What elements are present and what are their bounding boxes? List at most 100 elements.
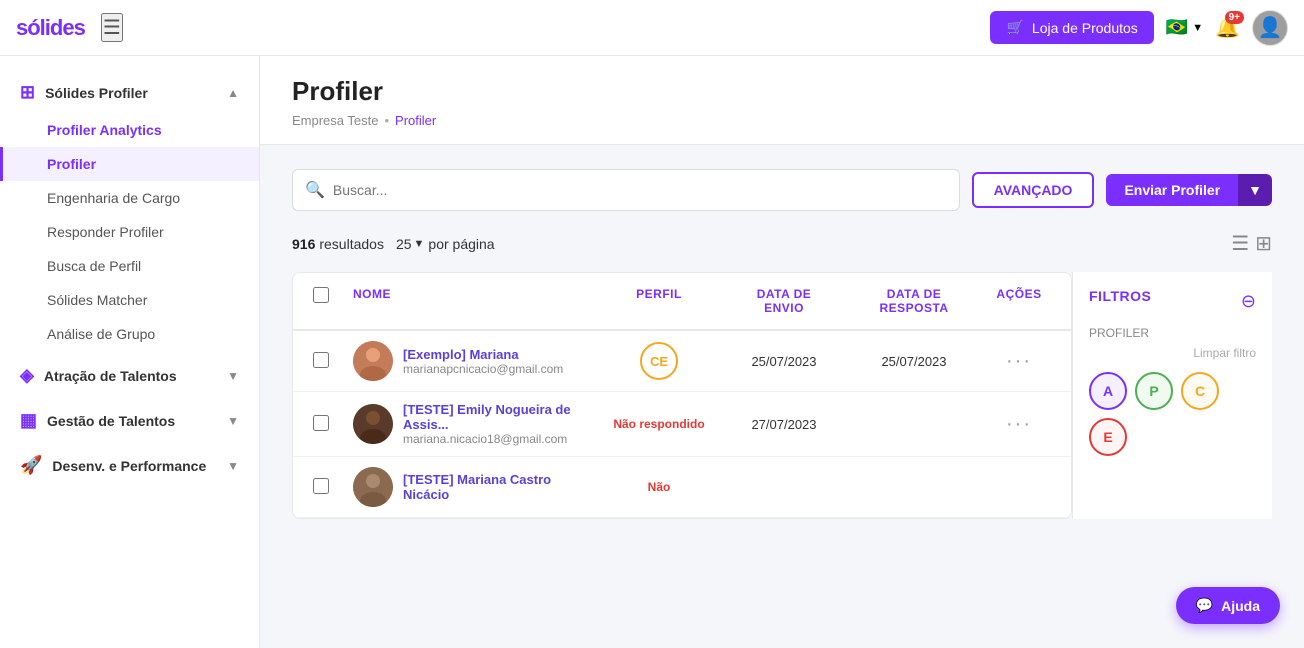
row3-name[interactable]: [TESTE] Mariana Castro Nicácio <box>403 472 591 502</box>
sidebar-header-desenv[interactable]: 🚀 Desenv. e Performance ▼ <box>0 445 259 486</box>
row2-perfil: Não respondido <box>599 407 719 441</box>
row2-avatar <box>353 404 393 444</box>
row3-select-checkbox[interactable] <box>313 478 329 494</box>
sidebar-item-profiler-analytics-label: Profiler Analytics <box>47 122 162 138</box>
row1-acoes: ··· <box>979 340 1059 383</box>
row3-checkbox <box>305 468 345 507</box>
sidebar-item-profiler-analytics[interactable]: Profiler Analytics <box>0 113 259 147</box>
sidebar-item-engenharia-label: Engenharia de Cargo <box>47 190 180 206</box>
th-nome: NOME <box>345 273 599 329</box>
filter-section-label: PROFILER <box>1089 326 1256 340</box>
search-row: 🔍 AVANÇADO Enviar Profiler ▼ <box>292 169 1272 211</box>
row1-name[interactable]: [Exemplo] Mariana <box>403 347 563 362</box>
row2-checkbox <box>305 405 345 444</box>
avancado-button[interactable]: AVANÇADO <box>972 172 1095 208</box>
search-wrapper: 🔍 <box>292 169 960 211</box>
topnav-right: 🛒 Loja de Produtos 🇧🇷 ▼ 🔔 9+ 👤 <box>990 10 1288 46</box>
results-label: resultados <box>319 236 384 252</box>
chart-icon: ▦ <box>20 410 37 431</box>
logo: sólides <box>16 15 85 41</box>
sidebar-item-responder-profiler[interactable]: Responder Profiler <box>0 215 259 249</box>
row1-actions-button[interactable]: ··· <box>1006 350 1032 373</box>
sidebar-header-gestao[interactable]: ▦ Gestão de Talentos ▼ <box>0 400 259 441</box>
filter-badge-p[interactable]: P <box>1135 372 1173 410</box>
row3-perfil: Não <box>599 470 719 504</box>
row1-profile-badge: CE <box>640 342 678 380</box>
notification-badge: 9+ <box>1225 11 1244 24</box>
row2-person-details: [TESTE] Emily Nogueira de Assis... maria… <box>403 402 591 446</box>
sidebar-section-profiler-label: Sólides Profiler <box>45 85 148 101</box>
sidebar-header-atracao-left: ◈ Atração de Talentos <box>20 365 177 386</box>
table-row: [Exemplo] Mariana marianapcnicacio@gmail… <box>293 331 1071 392</box>
search-input[interactable] <box>333 182 947 198</box>
filter-badges-container: A P C E <box>1089 372 1256 456</box>
sidebar-item-solides-matcher[interactable]: Sólides Matcher <box>0 283 259 317</box>
sidebar-section-desenv-label: Desenv. e Performance <box>52 458 206 474</box>
per-page-dropdown-icon[interactable]: ▼ <box>414 238 425 250</box>
clear-filter-button[interactable]: Limpar filtro <box>1089 346 1256 360</box>
sidebar-section-atracao-label: Atração de Talentos <box>44 368 177 384</box>
grid-view-button[interactable]: ⊞ <box>1255 231 1272 256</box>
filter-badge-a[interactable]: A <box>1089 372 1127 410</box>
main-content: Profiler Empresa Teste • Profiler 🔍 AVAN… <box>260 56 1304 648</box>
row1-data-envio: 25/07/2023 <box>719 344 849 379</box>
enviar-profiler-button[interactable]: Enviar Profiler <box>1106 174 1238 206</box>
shop-button[interactable]: 🛒 Loja de Produtos <box>990 11 1153 44</box>
content-area: 🔍 AVANÇADO Enviar Profiler ▼ 916 resulta… <box>260 145 1304 543</box>
table-row-2: [TESTE] Emily Nogueira de Assis... maria… <box>293 392 1071 457</box>
avatar[interactable]: 👤 <box>1252 10 1288 46</box>
enviar-group: Enviar Profiler ▼ <box>1106 174 1272 206</box>
sidebar-header-atracao[interactable]: ◈ Atração de Talentos ▼ <box>0 355 259 396</box>
notification-button[interactable]: 🔔 9+ <box>1215 15 1240 40</box>
chevron-down-icon: ▼ <box>1192 22 1203 34</box>
row1-person-details: [Exemplo] Mariana marianapcnicacio@gmail… <box>403 347 563 376</box>
view-icons: ☰ ⊞ <box>1231 231 1272 256</box>
filter-header: FILTROS ⊖ <box>1089 288 1256 314</box>
search-icon: 🔍 <box>305 180 325 200</box>
filter-collapse-button[interactable]: ⊖ <box>1241 291 1256 312</box>
row1-select-checkbox[interactable] <box>313 352 329 368</box>
list-view-button[interactable]: ☰ <box>1231 231 1249 256</box>
row2-data-resposta <box>849 414 979 434</box>
topnav-left: sólides ☰ <box>16 13 123 42</box>
chevron-up-icon: ▲ <box>227 86 239 100</box>
sidebar-item-profiler[interactable]: Profiler <box>0 147 259 181</box>
filter-badge-e[interactable]: E <box>1089 418 1127 456</box>
row2-person-info: [TESTE] Emily Nogueira de Assis... maria… <box>353 402 591 446</box>
sidebar-section-desenv: 🚀 Desenv. e Performance ▼ <box>0 445 259 486</box>
row2-name[interactable]: [TESTE] Emily Nogueira de Assis... <box>403 402 591 432</box>
row1-email: marianapcnicacio@gmail.com <box>403 362 563 376</box>
table-row-3: [TESTE] Mariana Castro Nicácio Não <box>293 457 1071 518</box>
flag-button[interactable]: 🇧🇷 ▼ <box>1166 17 1203 38</box>
row3-acoes <box>979 477 1059 497</box>
row3-data-resposta <box>849 477 979 497</box>
th-perfil: PERFIL <box>599 273 719 329</box>
enviar-dropdown-button[interactable]: ▼ <box>1238 174 1272 206</box>
sidebar: ⊞ Sólides Profiler ▲ Profiler Analytics … <box>0 56 260 648</box>
hamburger-menu[interactable]: ☰ <box>101 13 123 42</box>
row2-actions-button[interactable]: ··· <box>1006 413 1032 436</box>
sidebar-item-engenharia-de-cargo[interactable]: Engenharia de Cargo <box>0 181 259 215</box>
select-all-checkbox[interactable] <box>313 287 329 303</box>
row3-person-info: [TESTE] Mariana Castro Nicácio <box>353 467 591 507</box>
breadcrumb-empresa: Empresa Teste <box>292 113 378 128</box>
sidebar-section-gestao: ▦ Gestão de Talentos ▼ <box>0 400 259 441</box>
row3-status-badge: Não <box>648 480 671 494</box>
table-filter-layout: NOME PERFIL DATA DEENVIO DATA DERESPOSTA… <box>292 272 1272 519</box>
results-row-wrapper: 916 resultados 25 ▼ por página ☰ ⊞ <box>292 231 1272 256</box>
sidebar-item-busca-de-perfil[interactable]: Busca de Perfil <box>0 249 259 283</box>
sidebar-item-analise-de-grupo[interactable]: Análise de Grupo <box>0 317 259 351</box>
ajuda-button[interactable]: 💬 Ajuda <box>1176 587 1280 624</box>
row1-perfil: CE <box>599 332 719 390</box>
row1-checkbox <box>305 342 345 381</box>
user-icon: 👤 <box>1258 15 1283 40</box>
sidebar-header-profiler[interactable]: ⊞ Sólides Profiler ▲ <box>0 72 259 113</box>
sidebar-item-analise-label: Análise de Grupo <box>47 326 155 342</box>
sidebar-section-atracao: ◈ Atração de Talentos ▼ <box>0 355 259 396</box>
row1-person-info: [Exemplo] Mariana marianapcnicacio@gmail… <box>353 341 591 381</box>
layers-icon: ◈ <box>20 365 34 386</box>
filter-badge-c[interactable]: C <box>1181 372 1219 410</box>
row2-select-checkbox[interactable] <box>313 415 329 431</box>
sidebar-item-matcher-label: Sólides Matcher <box>47 292 147 308</box>
per-page-value: 25 <box>396 236 412 252</box>
